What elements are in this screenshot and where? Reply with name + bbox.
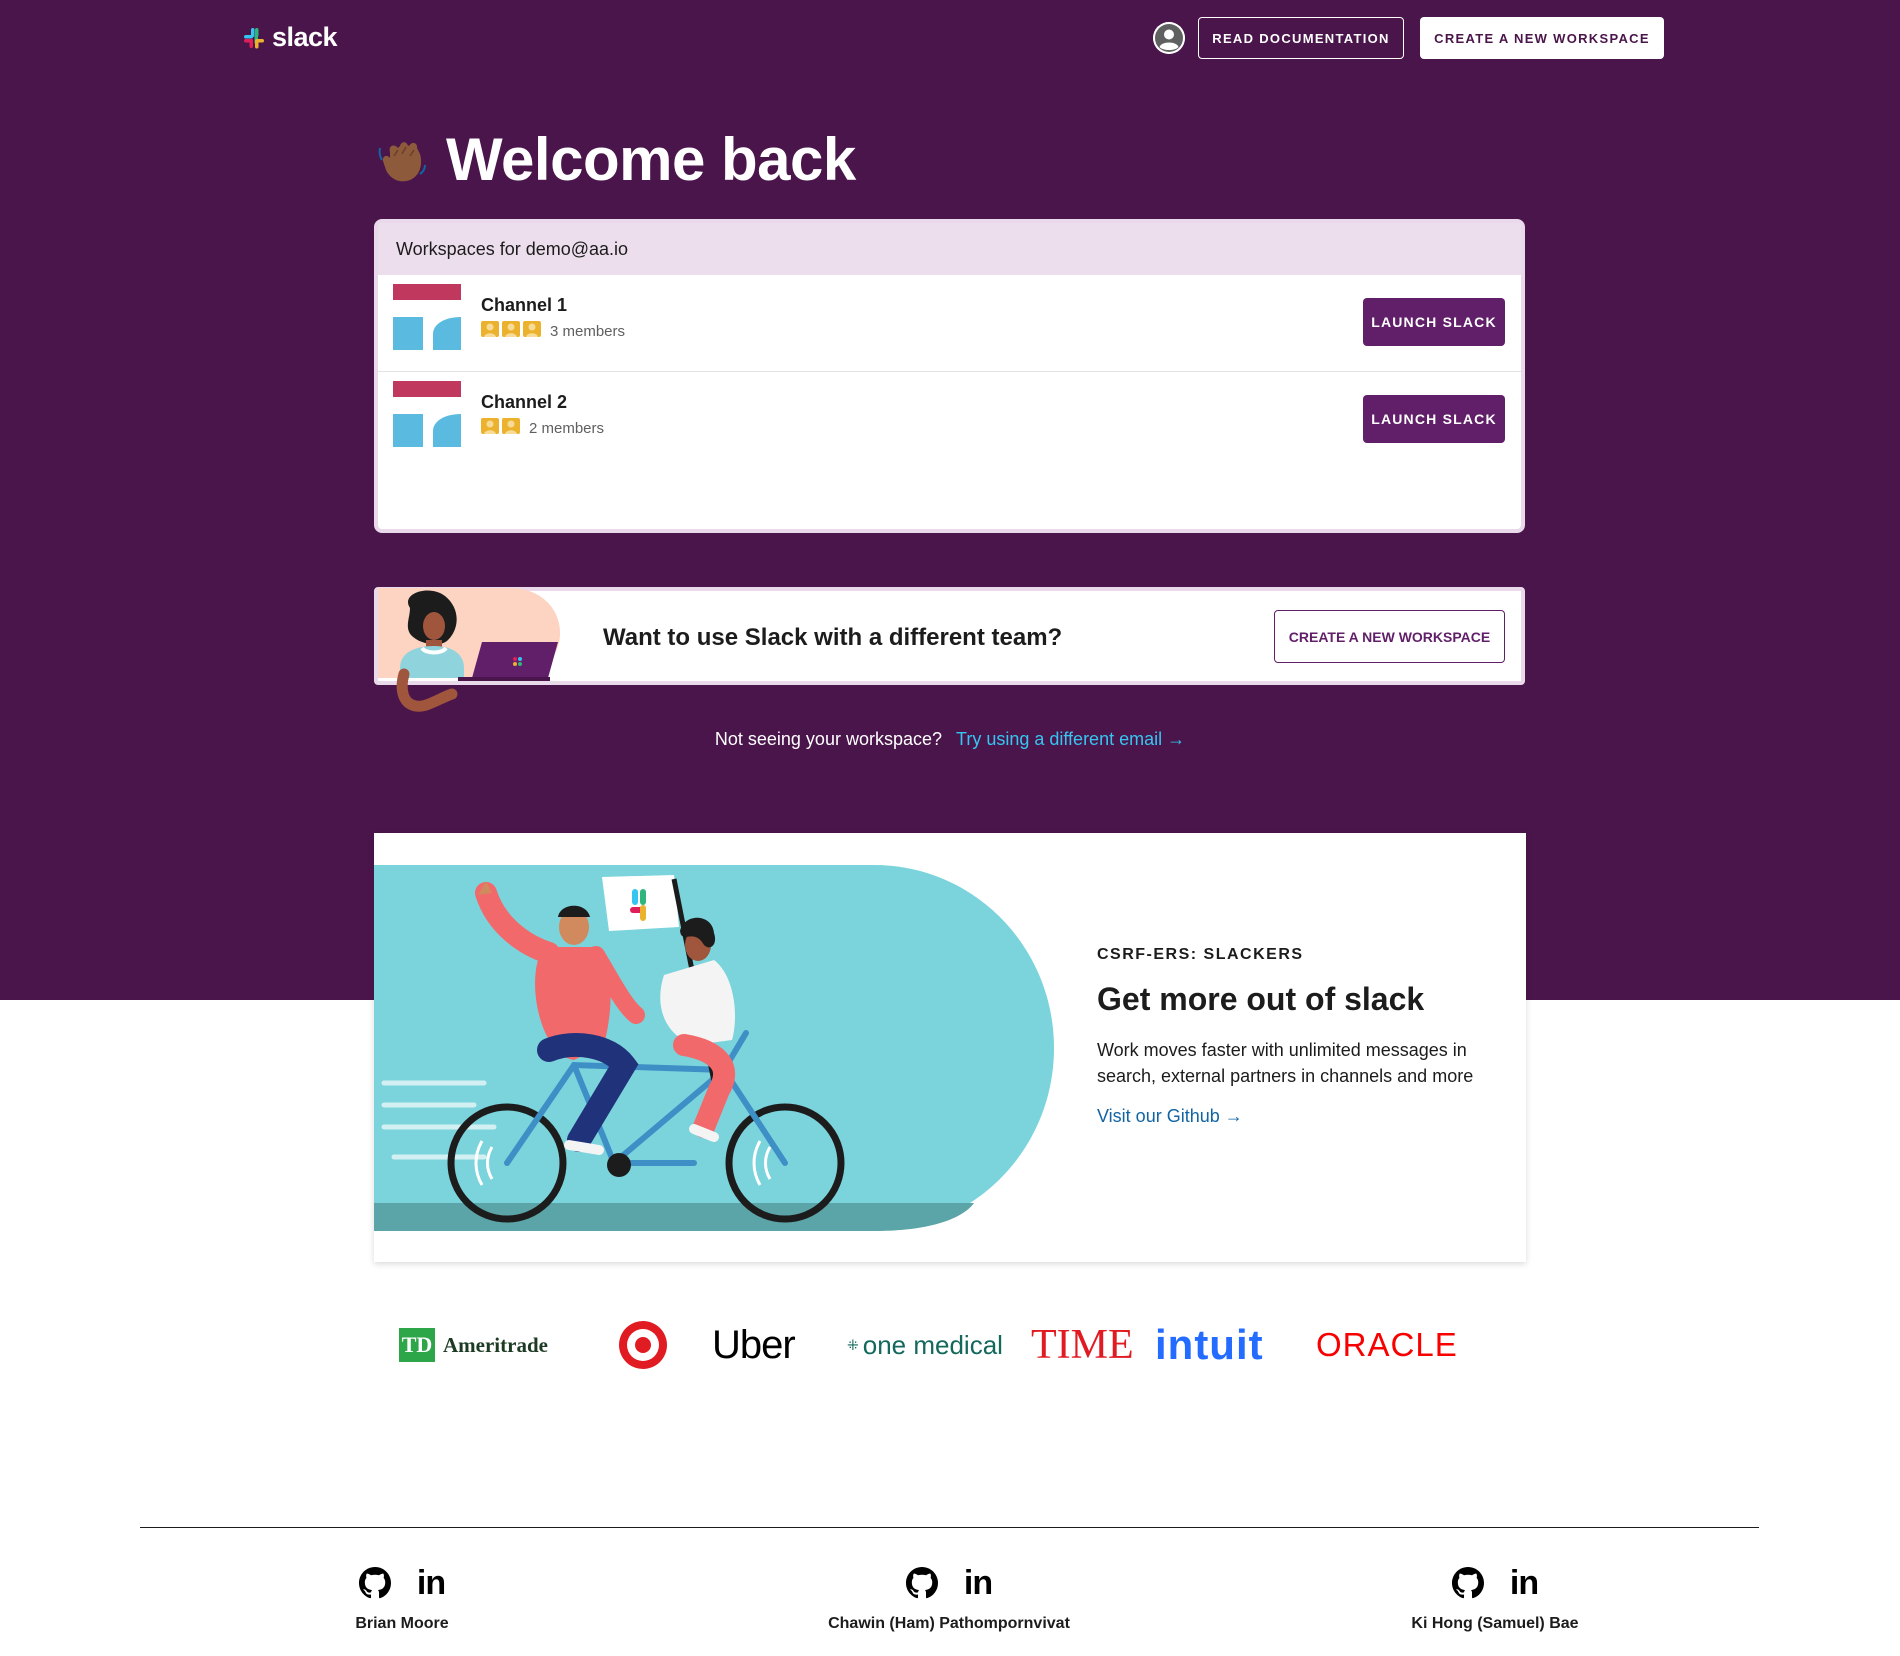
slack-logo[interactable]: slack [242,22,338,53]
one-medical-text: one medical [862,1329,1003,1360]
launch-slack-button[interactable]: LAUNCH SLACK [1363,298,1505,346]
member-count: 3 members [550,322,626,340]
workspace-icon [393,284,461,350]
promo-eyebrow: CSRF-ERS: SLACKERS [1097,946,1304,963]
github-icon[interactable] [1451,1567,1484,1599]
woman-with-laptop-illustration [378,588,560,712]
td-badge: TD [399,1328,435,1362]
target-logo-icon [618,1320,668,1370]
slack-hash-icon [244,27,264,48]
workspace-icon [393,381,461,447]
workspace-name: Channel 1 [481,295,568,315]
launch-slack-button[interactable]: LAUNCH SLACK [1363,395,1505,443]
workspaces-header: Workspaces for demo@aa.io [378,223,1521,275]
linkedin-icon[interactable]: in [1510,1566,1539,1600]
linkedin-icon[interactable]: in [417,1566,446,1600]
member-icon [502,418,520,438]
team-member: in Chawin (Ham) Pathompornvivat [799,1563,1099,1633]
promo-body: Work moves faster with unlimited message… [1097,1040,1474,1086]
uber-logo: Uber [712,1322,796,1367]
team-member: in Brian Moore [302,1563,502,1633]
header-create-workspace-button[interactable]: CREATE A NEW WORKSPACE [1420,17,1664,59]
one-medical-dots-icon: ⁜ [847,1336,859,1353]
not-seeing-text: Not seeing your workspace? [714,729,942,749]
member-name: Brian Moore [355,1615,449,1632]
linkedin-icon[interactable]: in [964,1566,993,1600]
workspace-name: Channel 2 [481,392,568,412]
tandem-bike-illustration [374,865,1054,1231]
member-icon [481,418,499,438]
workspace-members: 2 members [481,418,604,438]
not-seeing-workspace: Not seeing your workspace? Try using a di… [0,729,1900,750]
logo-text: slack [272,22,338,52]
github-icon[interactable] [358,1567,391,1599]
create-workspace-button[interactable]: CREATE A NEW WORKSPACE [1274,610,1505,663]
workspace-row[interactable]: Channel 1 3 members LAUNCH SLACK [378,275,1521,372]
different-email-link[interactable]: Try using a different email → [956,729,1185,749]
github-link[interactable]: Visit our Github → [1097,1106,1243,1127]
td-name: Ameritrade [443,1332,548,1357]
read-documentation-button[interactable]: READ DOCUMENTATION [1198,17,1404,59]
promo-card: CSRF-ERS: SLACKERS Get more out of slack… [374,833,1526,1262]
different-team-text: Want to use Slack with a different team? [603,624,1063,651]
member-icon [502,321,520,341]
member-icon [481,321,499,341]
promo-title: Get more out of slack [1097,981,1425,1017]
member-name: Ki Hong (Samuel) Bae [1411,1615,1579,1632]
team-member: in Ki Hong (Samuel) Bae [1395,1563,1595,1633]
welcome-heading: Welcome back [376,125,856,194]
footer-divider [140,1527,1759,1528]
oracle-logo: ORACLE [1316,1326,1458,1363]
intuit-logo: intuit [1155,1321,1264,1368]
waving-hand-icon [378,141,426,181]
workspace-row[interactable]: Channel 2 2 members LAUNCH SLACK [378,372,1521,469]
user-avatar-icon[interactable] [1153,22,1185,54]
workspace-members: 3 members [481,321,625,341]
td-ameritrade-logo: TD Ameritrade [399,1320,548,1370]
member-count: 2 members [529,419,605,437]
welcome-title: Welcome back [446,126,856,193]
workspaces-card: Workspaces for demo@aa.io Channel 1 3 me… [374,219,1525,533]
member-name: Chawin (Ham) Pathompornvivat [828,1615,1070,1632]
customer-logos: TD Ameritrade Uber ⁜ one medical TIME in… [395,1320,1505,1370]
member-icon [523,321,541,341]
one-medical-logo: ⁜ one medical [847,1320,1003,1370]
time-logo: TIME [1031,1322,1134,1368]
github-icon[interactable] [905,1567,938,1599]
